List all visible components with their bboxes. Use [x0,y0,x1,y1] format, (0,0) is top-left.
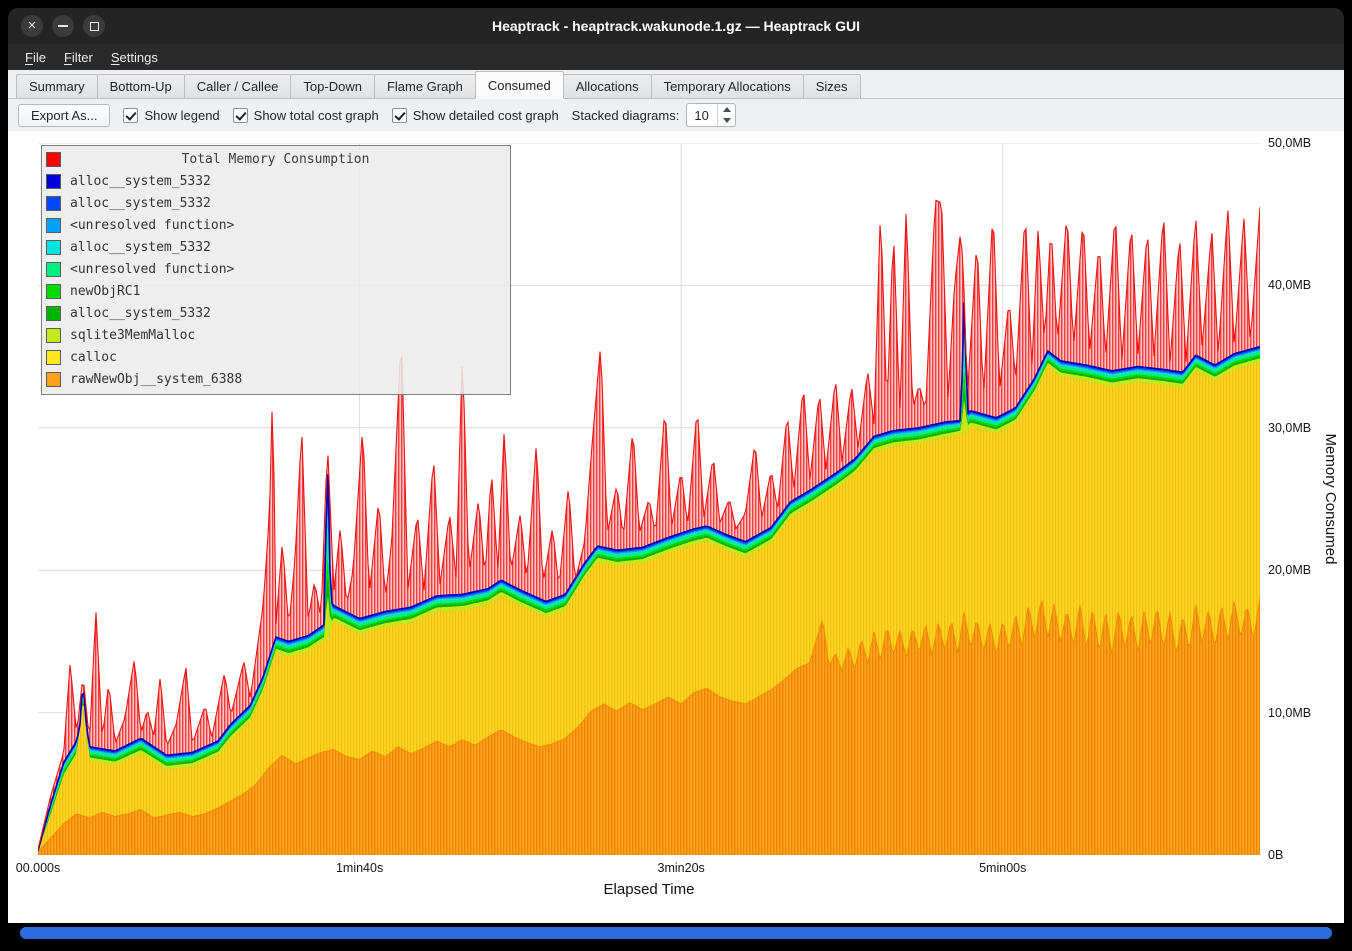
legend-swatch [46,372,61,387]
close-icon: ✕ [27,21,36,32]
legend-total-swatch [46,152,61,167]
chart-legend: Total Memory Consumption alloc__system_5… [41,145,511,395]
timeline-scrollbar[interactable] [20,927,1332,939]
checkbox-show-detailed-cost-graph[interactable]: Show detailed cost graph [392,108,559,123]
chart-area: Total Memory Consumption alloc__system_5… [8,131,1344,923]
checkbox-label: Show total cost graph [254,108,379,123]
legend-swatch [46,262,61,277]
window-bottom-strip [8,923,1344,943]
minimize-button[interactable] [52,15,74,37]
y-axis-title: Memory Consumed [1322,434,1339,565]
legend-swatch [46,218,61,233]
checkbox-box[interactable] [233,108,248,123]
legend-label: alloc__system_5332 [70,174,211,189]
legend-item: alloc__system_5332 [46,170,505,192]
titlebar: ✕ Heaptrack - heaptrack.wakunode.1.gz — … [8,8,1344,44]
export-as-button[interactable]: Export As... [18,104,110,127]
tab-allocations[interactable]: Allocations [563,74,652,98]
checkbox-label: Show detailed cost graph [413,108,559,123]
window-title: Heaptrack - heaptrack.wakunode.1.gz — He… [8,18,1344,34]
tab-caller-callee[interactable]: Caller / Callee [184,74,292,98]
x-tick-label: 5min00s [979,861,1026,875]
checkbox-group: Show legend Show total cost graph Show det… [123,108,558,123]
legend-label: alloc__system_5332 [70,306,211,321]
tab-summary[interactable]: Summary [16,74,98,98]
tab-temporary-allocations[interactable]: Temporary Allocations [651,74,804,98]
legend-title-row: Total Memory Consumption [46,148,505,170]
stacked-diagrams-spinbox[interactable]: 10 [686,103,736,127]
y-tick-label: 0B [1268,848,1283,862]
legend-item: sqlite3MemMalloc [46,324,505,346]
checkbox-show-total-cost-graph[interactable]: Show total cost graph [233,108,379,123]
spin-up-button[interactable] [718,104,735,115]
y-tick-label: 30,0MB [1268,421,1311,435]
checkbox-box[interactable] [123,108,138,123]
legend-label: <unresolved function> [70,262,234,277]
tab-bottom-up[interactable]: Bottom-Up [97,74,185,98]
tab-sizes[interactable]: Sizes [803,74,861,98]
y-tick-label: 20,0MB [1268,563,1311,577]
legend-label: alloc__system_5332 [70,240,211,255]
app-window: ✕ Heaptrack - heaptrack.wakunode.1.gz — … [8,8,1344,943]
legend-item: <unresolved function> [46,258,505,280]
checkbox-box[interactable] [392,108,407,123]
checkbox-label: Show legend [144,108,219,123]
menubar: FileFilterSettings [8,44,1344,70]
legend-label: alloc__system_5332 [70,196,211,211]
window-controls: ✕ [8,15,105,37]
toolbar: Export As... Show legend Show total cost … [8,99,1344,131]
legend-item: rawNewObj__system_6388 [46,368,505,390]
legend-swatch [46,328,61,343]
minimize-icon [58,25,68,27]
x-tick-label: 3min20s [658,861,705,875]
legend-swatch [46,306,61,321]
maximize-button[interactable] [83,15,105,37]
menu-settings[interactable]: Settings [102,47,167,68]
maximize-icon [90,22,99,31]
legend-swatch [46,240,61,255]
stacked-diagrams-label: Stacked diagrams: [572,108,680,123]
legend-swatch [46,350,61,365]
spin-down-button[interactable] [718,115,735,126]
y-tick-label: 50,0MB [1268,136,1311,150]
legend-swatch [46,284,61,299]
legend-label: calloc [70,350,117,365]
close-button[interactable]: ✕ [21,15,43,37]
legend-swatch [46,174,61,189]
x-tick-label: 1min40s [336,861,383,875]
legend-label: <unresolved function> [70,218,234,233]
legend-item: calloc [46,346,505,368]
legend-item: alloc__system_5332 [46,192,505,214]
legend-item: alloc__system_5332 [46,302,505,324]
desktop-background: ✕ Heaptrack - heaptrack.wakunode.1.gz — … [0,0,1352,951]
stacked-diagrams-control: Stacked diagrams: 10 [572,103,737,127]
y-tick-label: 40,0MB [1268,278,1311,292]
spin-up-icon [723,107,731,112]
spinbox-value[interactable]: 10 [687,104,717,126]
tab-top-down[interactable]: Top-Down [290,74,375,98]
spin-down-icon [723,118,731,123]
tab-bar: SummaryBottom-UpCaller / CalleeTop-DownF… [8,70,1344,99]
tab-flame-graph[interactable]: Flame Graph [374,74,476,98]
legend-item: newObjRC1 [46,280,505,302]
spinbox-arrows [717,104,735,126]
menu-filter[interactable]: Filter [55,47,102,68]
legend-label: rawNewObj__system_6388 [70,372,242,387]
x-axis-title: Elapsed Time [604,881,695,898]
legend-item: alloc__system_5332 [46,236,505,258]
legend-swatch [46,196,61,211]
tab-consumed[interactable]: Consumed [475,71,564,99]
legend-label: sqlite3MemMalloc [70,328,195,343]
checkbox-show-legend[interactable]: Show legend [123,108,219,123]
menu-file[interactable]: File [16,47,55,68]
legend-item: <unresolved function> [46,214,505,236]
x-tick-label: 00.000s [16,861,60,875]
legend-title: Total Memory Consumption [70,152,481,167]
y-tick-label: 10,0MB [1268,706,1311,720]
legend-label: newObjRC1 [70,284,140,299]
